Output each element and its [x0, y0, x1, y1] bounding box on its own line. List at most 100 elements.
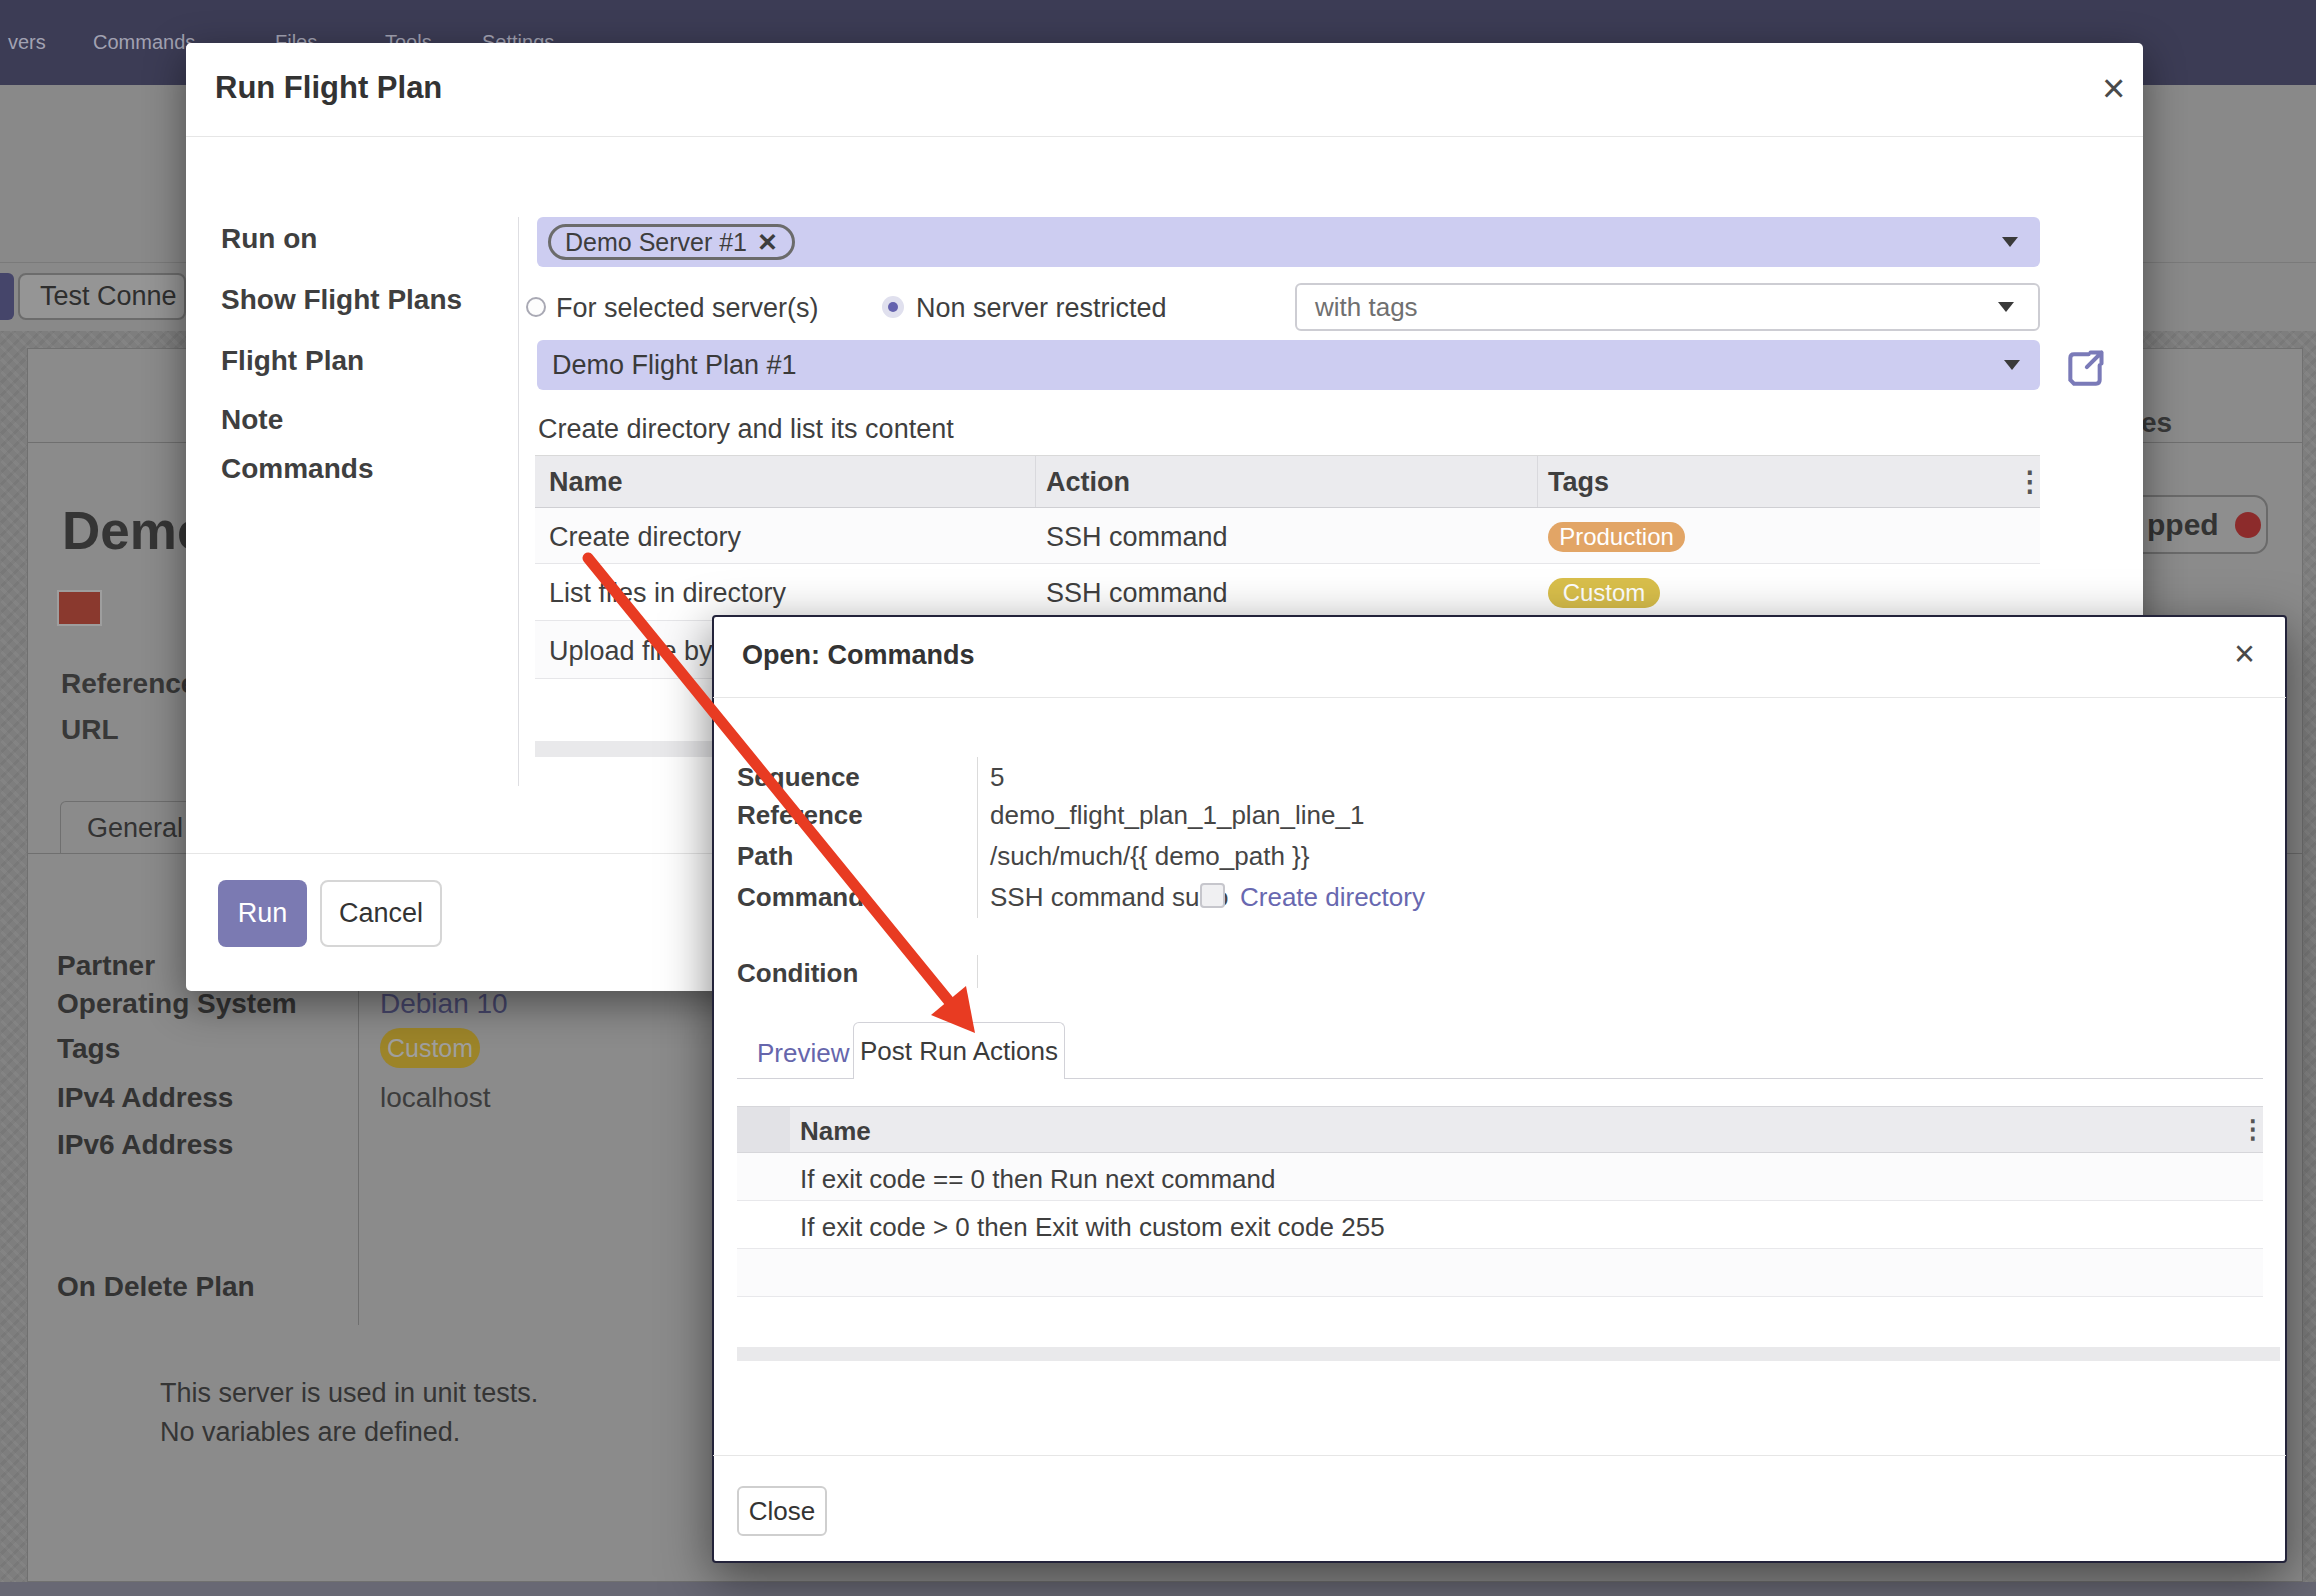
with-tags-select[interactable]: with tags — [1295, 283, 2040, 331]
commands-modal-title: Open: Commands — [742, 640, 975, 671]
screen: vers Commands Files Tools Settings Test … — [0, 0, 2316, 1596]
tab-post-run-actions-label: Post Run Actions — [860, 1036, 1058, 1067]
close-button-label: Close — [749, 1496, 815, 1527]
row3-name[interactable]: Upload file by — [549, 636, 713, 667]
actions-table-corner — [737, 1106, 790, 1153]
radio-dot-icon — [888, 302, 898, 312]
actions-col-name[interactable]: Name — [800, 1116, 871, 1147]
cancel-button[interactable]: Cancel — [320, 880, 442, 947]
tab-general-label: General — [87, 813, 183, 844]
label-url: URL — [61, 714, 119, 746]
label-partner: Partner — [57, 950, 155, 982]
value-reference: demo_flight_plan_1_plan_line_1 — [990, 800, 1364, 831]
field-divider — [977, 955, 978, 988]
color-swatch[interactable] — [57, 590, 102, 626]
commands-modal-close-icon[interactable]: × — [2234, 636, 2255, 672]
label-note: Note — [221, 404, 283, 436]
value-path: /such/much/{{ demo_path }} — [990, 841, 1309, 872]
tag-label: Custom — [1563, 579, 1646, 607]
row2-tag-badge: Custom — [1548, 578, 1660, 608]
flight-plan-caret-icon[interactable] — [2004, 360, 2020, 370]
bottom-band — [0, 1582, 2316, 1596]
col-name[interactable]: Name — [549, 467, 623, 498]
row1-name[interactable]: Create directory — [549, 522, 741, 553]
remove-tag-icon[interactable]: ✕ — [757, 228, 778, 257]
tag-label: Production — [1559, 523, 1674, 551]
test-connection-button[interactable]: Test Conne — [18, 273, 186, 320]
run-on-tag-label: Demo Server #1 — [565, 228, 747, 257]
value-tags-badge: Custom — [380, 1028, 480, 1068]
note-line-2: No variables are defined. — [160, 1417, 460, 1448]
open-commands-modal — [712, 615, 2287, 1563]
table-options-icon[interactable]: ⋮ — [2016, 468, 2044, 496]
col-tags[interactable]: Tags — [1548, 467, 1609, 498]
label-condition: Condition — [737, 958, 858, 989]
col-action[interactable]: Action — [1046, 467, 1130, 498]
radio-selected-servers[interactable] — [526, 297, 546, 317]
radio-selected-servers-label: For selected server(s) — [556, 293, 819, 324]
value-command: SSH command sudo — [990, 882, 1228, 913]
flight-plan-select[interactable]: Demo Flight Plan #1 — [537, 340, 2040, 390]
label-command: Command — [737, 882, 864, 913]
actions-table-options-icon[interactable]: ⋮ — [2240, 1116, 2266, 1142]
label-reference: Reference — [61, 668, 196, 700]
clipped-text-fragment: ····· ······· — [1500, 1563, 1646, 1572]
with-tags-caret-icon[interactable] — [1998, 302, 2014, 312]
smart-button-fragment[interactable]: es — [2141, 407, 2172, 439]
field-divider — [977, 757, 978, 918]
actions-table-header — [790, 1106, 2263, 1153]
label-path: Path — [737, 841, 793, 872]
menu-servers[interactable]: vers — [8, 0, 46, 85]
tag-label: Custom — [387, 1034, 473, 1063]
run-on-caret-icon[interactable] — [2002, 237, 2018, 247]
actions-row-empty — [737, 1249, 2263, 1297]
value-os[interactable]: Debian 10 — [380, 988, 508, 1020]
flight-plan-value: Demo Flight Plan #1 — [552, 350, 797, 381]
divider — [186, 136, 2143, 137]
run-on-tag-pill[interactable]: Demo Server #1 ✕ — [548, 224, 795, 260]
row2-action: SSH command — [1046, 578, 1228, 609]
label-reference2: Reference — [737, 800, 863, 831]
test-connection-label: Test Conne — [40, 281, 177, 312]
command-link[interactable]: Create directory — [1240, 882, 1425, 913]
row2-name[interactable]: List files in directory — [549, 578, 786, 609]
status-dot-icon — [2235, 512, 2261, 538]
label-os: Operating System — [57, 988, 297, 1020]
command-checkbox[interactable] — [1200, 883, 1225, 908]
table-row[interactable] — [535, 508, 2040, 564]
row1-action: SSH command — [1046, 522, 1228, 553]
actions-table-scrollbar[interactable] — [737, 1347, 2280, 1361]
value-sequence: 5 — [990, 762, 1004, 793]
footer-divider2 — [713, 1455, 2286, 1456]
radio-non-server-restricted-label: Non server restricted — [916, 293, 1167, 324]
external-link-icon[interactable] — [2063, 347, 2107, 391]
label-show-flight-plans: Show Flight Plans — [221, 284, 462, 316]
divider — [713, 697, 2286, 698]
run-button[interactable]: Run — [218, 880, 307, 947]
primary-button-fragment[interactable] — [0, 273, 14, 320]
row1-tag-badge: Production — [1548, 522, 1685, 552]
label-on-delete-plan: On Delete Plan — [57, 1271, 255, 1303]
col-divider — [1035, 456, 1036, 507]
close-button[interactable]: Close — [737, 1486, 827, 1536]
form-divider — [358, 950, 359, 1325]
label-column-divider — [518, 217, 519, 786]
actions-row1-name[interactable]: If exit code == 0 then Run next command — [800, 1164, 1276, 1195]
label-commands: Commands — [221, 453, 373, 485]
value-ipv4: localhost — [380, 1082, 491, 1114]
cancel-button-label: Cancel — [339, 898, 423, 929]
tab-preview[interactable]: Preview — [757, 1038, 849, 1069]
run-modal-title: Run Flight Plan — [215, 70, 442, 106]
label-ipv6: IPv6 Address — [57, 1129, 233, 1161]
commands-table-header — [535, 455, 2040, 508]
label-run-on: Run on — [221, 223, 317, 255]
col-divider — [1537, 456, 1538, 507]
with-tags-value: with tags — [1315, 292, 1418, 323]
actions-row2-name[interactable]: If exit code > 0 then Exit with custom e… — [800, 1212, 1385, 1243]
menu-commands[interactable]: Commands — [93, 0, 195, 85]
tab-post-run-actions[interactable]: Post Run Actions — [853, 1022, 1065, 1079]
server-title: Demo — [62, 500, 186, 556]
label-ipv4: IPv4 Address — [57, 1082, 233, 1114]
run-modal-close-icon[interactable]: × — [2102, 68, 2125, 108]
status-label: pped — [2147, 508, 2219, 542]
